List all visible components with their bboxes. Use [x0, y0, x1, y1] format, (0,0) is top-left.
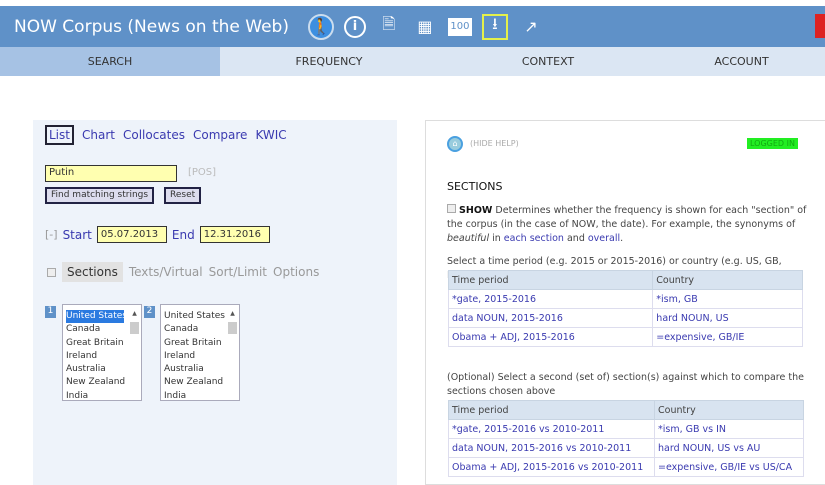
tab-context[interactable]: CONTEXT	[438, 47, 658, 76]
help-description: SHOW Determines whether the frequency is…	[447, 204, 807, 244]
list-item[interactable]: New Zealand	[164, 376, 236, 389]
table-row: Obama + ADJ, 2015-2016 =expensive, GB/IE	[447, 327, 803, 347]
list-item[interactable]: New Zealand	[66, 376, 138, 389]
list-item[interactable]: India	[66, 390, 138, 400]
help-heading: SECTIONS	[447, 180, 503, 193]
show-checkbox[interactable]	[447, 204, 456, 213]
compare-instructions: (Optional) Select a second (set of) sect…	[447, 372, 804, 397]
hide-help-link[interactable]: (HIDE HELP)	[470, 139, 519, 148]
list-item[interactable]: India	[164, 390, 236, 400]
download-icon[interactable]: ⭳	[481, 13, 508, 40]
table-row: data NOUN, 2015-2016 vs 2010-2011 hard NO…	[448, 438, 804, 458]
overall-link[interactable]: overall	[588, 233, 620, 244]
list-item[interactable]: United States	[164, 310, 236, 323]
mode-chart[interactable]: Chart	[82, 128, 115, 142]
tab-texts-virtual[interactable]: Texts/Virtual	[129, 265, 203, 279]
list-item[interactable]: Australia	[164, 363, 236, 376]
start-date-input[interactable]: 05.07.2013	[96, 226, 167, 243]
walk-icon[interactable]: 🚶	[307, 13, 334, 40]
app-title: NOW Corpus (News on the Web)	[14, 16, 289, 37]
tab-sort-limit[interactable]: Sort/Limit	[209, 265, 267, 279]
scrollbar[interactable]: ▲▼	[130, 307, 139, 400]
end-label: End	[171, 227, 195, 242]
list2-number: 2	[144, 306, 155, 318]
pdf-icon[interactable]	[815, 14, 825, 38]
help-panel: ⌂ (HIDE HELP) LOGGED IN SECTIONS SHOW De…	[425, 120, 825, 485]
list1-number: 1	[45, 306, 56, 318]
list-item[interactable]: Great Britain	[164, 337, 236, 350]
list-item[interactable]: United States	[66, 310, 127, 324]
start-label: Start	[62, 227, 92, 242]
table-row: *gate, 2015-2016 vs 2010-2011 *ism, GB vs…	[448, 419, 804, 439]
mode-kwic[interactable]: KWIC	[255, 128, 286, 142]
list-item[interactable]: Ireland	[66, 350, 138, 363]
tab-account[interactable]: ACCOUNT	[658, 47, 825, 76]
pos-link[interactable]: [POS]	[188, 167, 216, 178]
list-item[interactable]: Great Britain	[66, 337, 138, 350]
list-item[interactable]: Ireland	[164, 350, 236, 363]
main-nav: SEARCH FREQUENCY CONTEXT ACCOUNT	[0, 47, 825, 76]
list-item[interactable]: Canada	[66, 323, 138, 336]
table-row: *gate, 2015-2016 *ism, GB	[447, 289, 803, 309]
share-icon[interactable]: ↗	[518, 14, 544, 40]
search-panel: List Chart Collocates Compare KWIC Putin…	[33, 120, 397, 485]
mode-compare[interactable]: Compare	[193, 128, 247, 142]
tab-options[interactable]: Options	[273, 265, 319, 279]
header: NOW Corpus (News on the Web) 🚶 i 🗎 ▦ 100…	[0, 6, 825, 47]
list-item[interactable]: Australia	[66, 363, 138, 376]
mode-list[interactable]: List	[45, 125, 74, 145]
table-row: data NOUN, 2015-2016 hard NOUN, US	[447, 308, 803, 328]
find-matching-button[interactable]: Find matching strings	[45, 187, 155, 204]
examples-table-2: Time period Country *gate, 2015-2016 vs 2…	[448, 400, 804, 477]
each-section-link[interactable]: each section	[504, 233, 564, 244]
hundred-icon[interactable]: 100	[447, 17, 472, 36]
scrollbar[interactable]: ▲▼	[228, 307, 237, 400]
mode-collocates[interactable]: Collocates	[123, 128, 185, 142]
list-item[interactable]: Canada	[164, 323, 236, 336]
end-date-input[interactable]: 12.31.2016	[199, 226, 270, 243]
section-list-2[interactable]: United States Canada Great Britain Irela…	[160, 304, 240, 401]
calendar-icon[interactable]: ▦	[412, 14, 438, 40]
section-list-1[interactable]: United States Canada Great Britain Irela…	[62, 304, 142, 401]
reset-button[interactable]: Reset	[164, 187, 202, 204]
tab-search[interactable]: SEARCH	[0, 47, 220, 76]
collapse-toggle[interactable]: [-]	[45, 228, 58, 241]
tab-sections[interactable]: Sections	[62, 262, 123, 282]
word-input[interactable]: Putin	[45, 165, 177, 182]
home-icon[interactable]: ⌂	[447, 136, 463, 152]
table-row: Obama + ADJ, 2015-2016 vs 2010-2011 =expe…	[448, 457, 804, 477]
sections-checkbox[interactable]	[47, 267, 56, 277]
info-icon[interactable]: i	[343, 15, 366, 38]
logged-in-badge: LOGGED IN	[747, 138, 798, 149]
tab-frequency[interactable]: FREQUENCY	[220, 47, 438, 76]
examples-table-1: Time period Country *gate, 2015-2016 *ism,…	[447, 270, 803, 347]
document-icon[interactable]: 🗎	[376, 14, 402, 40]
